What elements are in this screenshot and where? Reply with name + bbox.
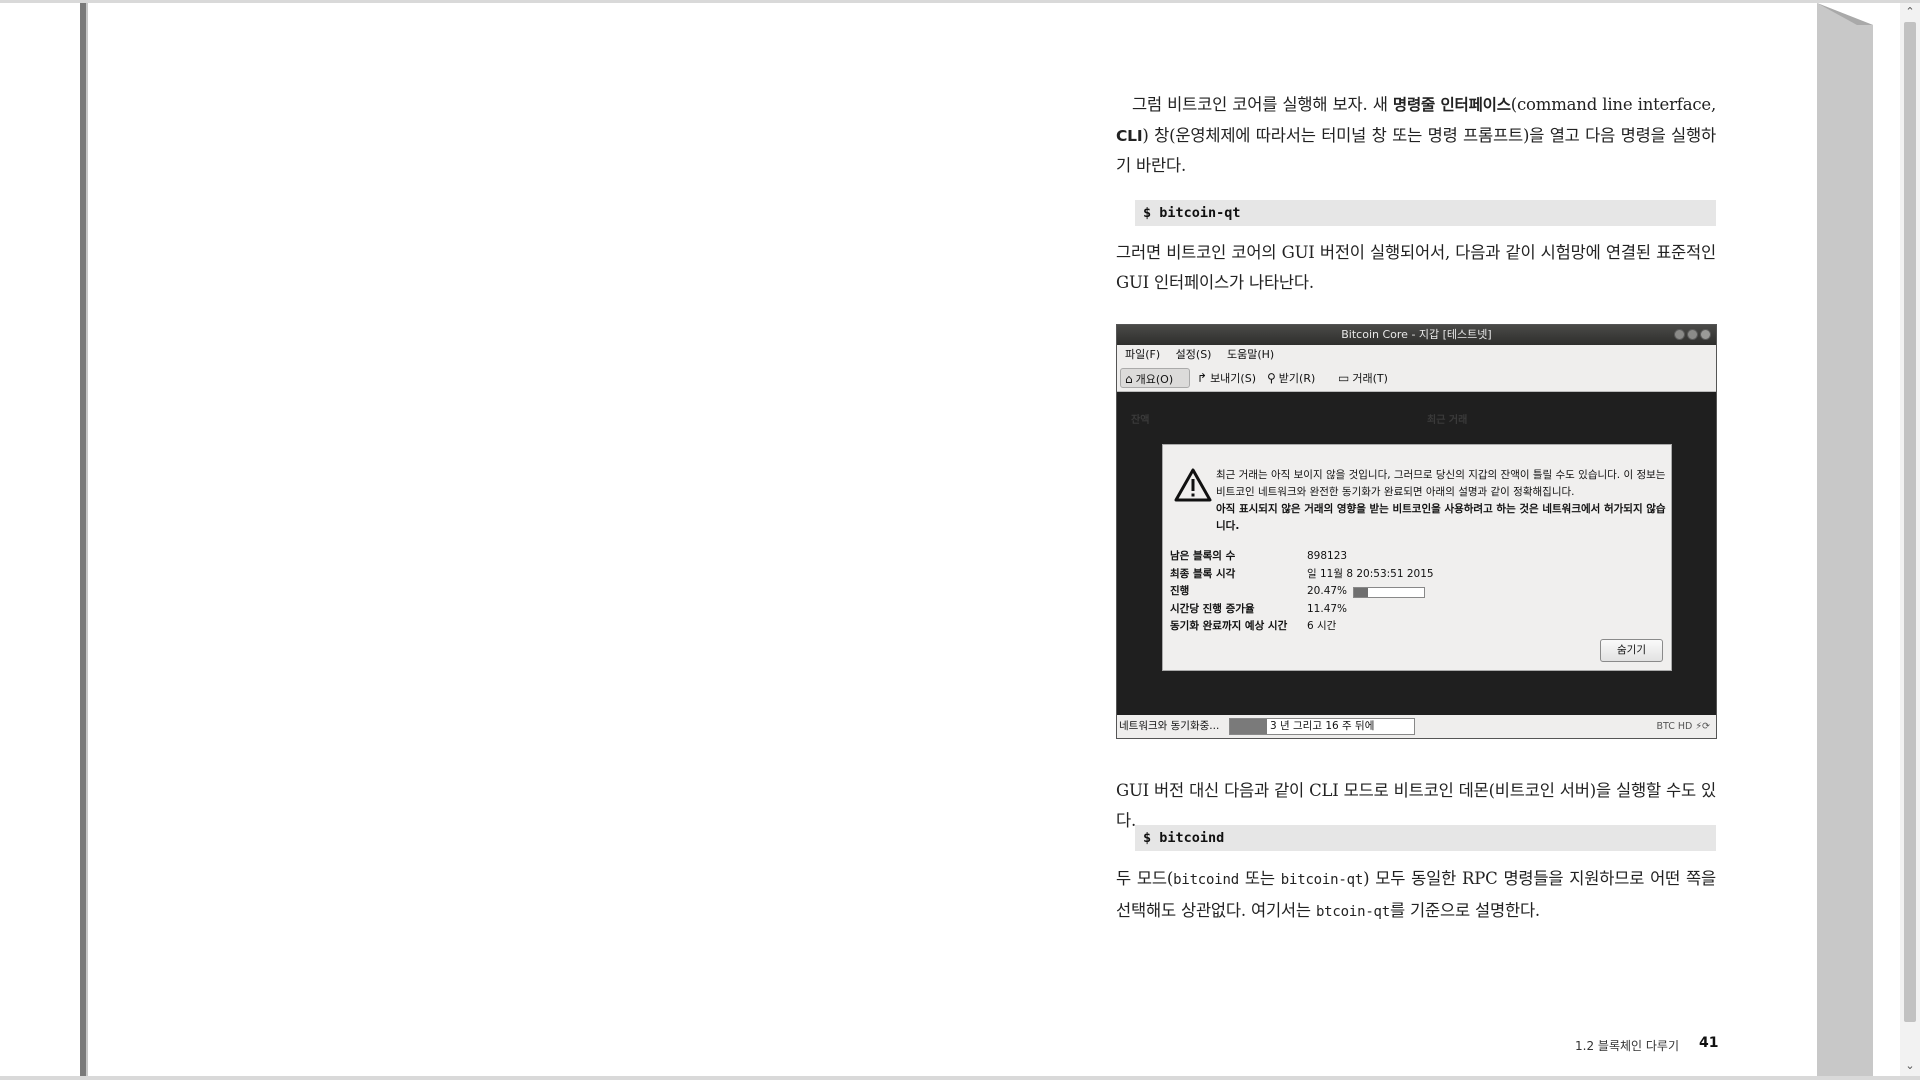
message-bold-text: 아직 표시되지 않은 거래의 영향을 받는 비트코인을 사용하려고 하는 것은 … xyxy=(1216,503,1666,532)
menu-help: 도움말(H) xyxy=(1226,348,1275,361)
viewer-top-border xyxy=(0,0,1920,3)
text: 를 기준으로 설명한다. xyxy=(1390,900,1540,920)
progress-fill xyxy=(1230,719,1267,734)
maximize-icon xyxy=(1687,329,1698,340)
home-icon: ⌂ xyxy=(1125,372,1133,386)
info-value: 11.47% xyxy=(1307,602,1348,615)
text: 두 모드( xyxy=(1116,869,1174,888)
text: (command line interface, xyxy=(1510,95,1716,114)
tab-label: 보내기(S) xyxy=(1210,372,1256,385)
warning-icon xyxy=(1173,467,1213,503)
window-title: Bitcoin Core - 지갑 [테스트넷] xyxy=(1341,328,1492,341)
info-value: 898123 xyxy=(1307,550,1348,562)
code-block-bitcoind: $ bitcoind xyxy=(1135,825,1716,851)
scroll-up-arrow-icon[interactable]: ⌃ xyxy=(1904,6,1916,18)
status-progress-bar: 3 년 그리고 16 주 뒤에 xyxy=(1229,718,1415,735)
status-indicators: BTC HD ⚡⟳ xyxy=(1656,715,1710,738)
window-titlebar: Bitcoin Core - 지갑 [테스트넷] xyxy=(1117,325,1716,345)
text: ) 창(운영체제에 따라서는 터미널 창 또는 명령 프롬프트)을 열고 다음 … xyxy=(1116,125,1716,176)
info-value: 일 11월 8 20:53:51 2015 xyxy=(1307,567,1434,580)
footer-section-title: 1.2 블록체인 다루기 xyxy=(1575,1039,1679,1053)
progress-text: 3 년 그리고 16 주 뒤에 xyxy=(1270,720,1375,732)
hide-button: 숨기기 xyxy=(1600,639,1663,662)
send-arrow-icon: ↱ xyxy=(1197,371,1208,385)
info-key: 동기화 완료까지 예상 시간 xyxy=(1170,620,1288,632)
inline-code: btcoin-qt xyxy=(1315,903,1391,920)
paragraph-both-modes: 두 모드(bitcoind 또는 bitcoin-qt) 모두 동일한 RPC … xyxy=(1116,864,1716,927)
card-icon: ▭ xyxy=(1338,371,1350,385)
page-curl-icon xyxy=(1817,3,1873,33)
scroll-down-arrow-icon[interactable]: ⌄ xyxy=(1904,1060,1916,1072)
modal-message: 최근 거래는 아직 보이지 않을 것입니다, 그러므로 당신의 지갑의 잔액이 … xyxy=(1216,467,1666,535)
tab-label: 거래(T) xyxy=(1352,372,1388,385)
sync-progress-bar xyxy=(1353,587,1425,598)
inline-code: bitcoin-qt xyxy=(1280,872,1364,888)
currency-label: BTC HD xyxy=(1656,721,1693,732)
page-right-margin xyxy=(1817,3,1873,1076)
tab-label: 개요(O) xyxy=(1135,373,1174,386)
info-key: 시간당 진행 증가율 xyxy=(1170,602,1255,615)
menu-file: 파일(F) xyxy=(1125,348,1161,361)
sync-icon: ⟳ xyxy=(1702,721,1710,732)
page-left-edge-shadow xyxy=(86,3,88,1076)
ghost-balance-label: 잔액 xyxy=(1131,415,1150,426)
menu-settings: 설정(S) xyxy=(1175,348,1212,361)
ghost-recent-label: 최근 거래 xyxy=(1427,415,1468,426)
info-value: 20.47% xyxy=(1307,585,1348,597)
tab-overview: ⌂ 개요(O) xyxy=(1120,368,1190,388)
tab-receive: ⚲ 받기(R) xyxy=(1263,368,1319,388)
sync-status-label: 네트워크와 동기화중... xyxy=(1119,720,1220,732)
bold-term: 명령줄 인터페이스 xyxy=(1392,96,1511,114)
info-key: 진행 xyxy=(1170,585,1190,597)
viewer-bottom-border xyxy=(0,1076,1920,1080)
minimize-icon xyxy=(1674,329,1685,340)
text: 또는 xyxy=(1238,869,1281,888)
page-number: 41 xyxy=(1699,1035,1719,1051)
info-value: 6 시간 xyxy=(1307,620,1337,632)
sync-warning-modal: 최근 거래는 아직 보이지 않을 것입니다, 그러므로 당신의 지갑의 잔액이 … xyxy=(1162,444,1672,671)
info-key: 남은 블록의 수 xyxy=(1170,550,1236,562)
toolbar: ⌂ 개요(O) ↱ 보내기(S) ⚲ 받기(R) ▭ 거래(T) xyxy=(1117,365,1716,392)
text: 그럼 비트코인 코어를 실행해 보자. 새 xyxy=(1132,95,1393,114)
bold-term: CLI xyxy=(1116,126,1143,145)
paragraph-gui-version: 그러면 비트코인 코어의 GUI 버전이 실행되어서, 다음과 같이 시험망에 … xyxy=(1116,243,1716,292)
message-text: 최근 거래는 아직 보이지 않을 것입니다, 그러므로 당신의 지갑의 잔액이 … xyxy=(1216,469,1666,498)
inline-code: bitcoind xyxy=(1173,872,1239,888)
code-block-bitcoin-qt: $ bitcoin-qt xyxy=(1135,200,1716,226)
receive-icon: ⚲ xyxy=(1267,371,1276,385)
progress-fill xyxy=(1354,588,1369,597)
menubar: 파일(F) 설정(S) 도움말(H) xyxy=(1117,345,1716,365)
paragraph-run-bitcoin-core: 그럼 비트코인 코어를 실행해 보자. 새 명령줄 인터페이스(command … xyxy=(1116,90,1716,181)
close-icon xyxy=(1700,329,1711,340)
tab-label: 받기(R) xyxy=(1278,372,1316,385)
bitcoin-core-screenshot: Bitcoin Core - 지갑 [테스트넷] 파일(F) 설정(S) 도움말… xyxy=(1116,324,1717,739)
tab-transactions: ▭ 거래(T) xyxy=(1334,368,1392,388)
info-key: 최종 블록 시각 xyxy=(1170,567,1236,580)
scrollbar-thumb[interactable] xyxy=(1904,22,1916,1022)
statusbar: 네트워크와 동기화중... 3 년 그리고 16 주 뒤에 BTC HD ⚡⟳ xyxy=(1117,715,1716,738)
tab-send: ↱ 보내기(S) xyxy=(1193,368,1260,388)
